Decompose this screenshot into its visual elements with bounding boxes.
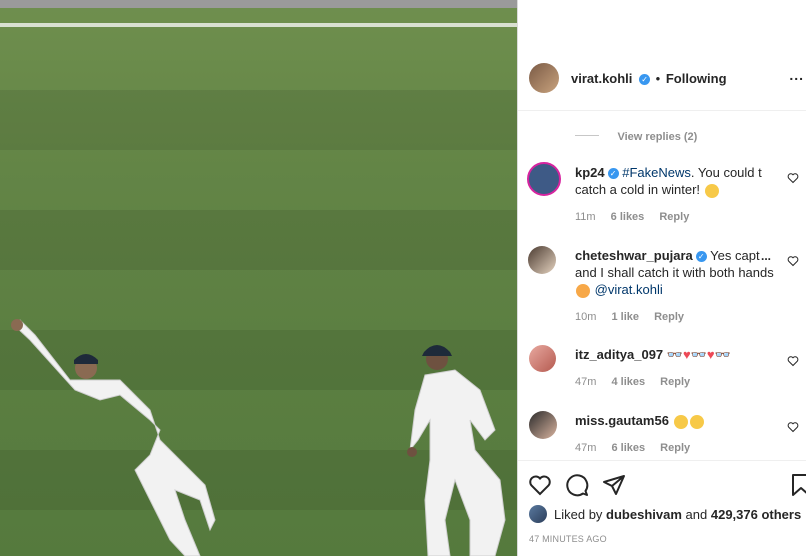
comment-likes[interactable]: 1 like	[611, 311, 639, 323]
comment-body: kp24 ✓ #FakeNews. You could t catch a col…	[575, 164, 775, 198]
mention-link[interactable]: @virat.kohli	[595, 282, 663, 297]
comment-username[interactable]: kp24	[575, 165, 605, 180]
comment-button[interactable]	[565, 473, 589, 502]
comment-likes[interactable]: 6 likes	[611, 442, 645, 454]
commenter-avatar[interactable]	[527, 162, 561, 196]
commenter-avatar[interactable]	[529, 345, 556, 372]
author-username[interactable]: virat.kohli	[571, 71, 632, 86]
likes-summary: Liked by dubeshivam and 429,376 others	[554, 507, 801, 522]
post-timestamp: 47 MINUTES AGO	[529, 534, 607, 544]
reply-button[interactable]: Reply	[654, 311, 684, 323]
liked-by-and: and	[685, 507, 708, 522]
like-heart-icon[interactable]	[787, 354, 799, 367]
comments-panel: virat.kohli ✓ • Following ... View repli…	[517, 0, 806, 556]
sunglasses-emoji-icon: 👓	[666, 347, 683, 362]
comment-time: 47m	[575, 376, 597, 388]
comment-likes[interactable]: 6 likes	[611, 211, 645, 223]
liked-by-prefix: Liked by	[554, 507, 603, 522]
share-button[interactable]	[602, 473, 626, 502]
comment-username[interactable]: miss.gautam56	[575, 413, 669, 428]
save-button[interactable]	[790, 473, 806, 502]
grin-emoji-icon	[704, 183, 719, 198]
reply-button[interactable]: Reply	[660, 442, 690, 454]
like-heart-icon[interactable]	[787, 254, 799, 267]
red-heart-icon: ♥	[682, 347, 691, 362]
replies-line	[575, 135, 599, 137]
comment-time: 47m	[575, 442, 597, 454]
hashtag-link[interactable]: #FakeNews	[622, 165, 691, 180]
view-replies-link[interactable]: View replies (2)	[617, 131, 697, 143]
comment-body: miss.gautam56	[575, 412, 775, 429]
liker-avatar[interactable]	[529, 505, 547, 523]
comment-time: 11m	[575, 211, 596, 223]
like-button[interactable]	[528, 473, 552, 502]
cricketers-illustration	[11, 319, 506, 556]
comment-username[interactable]: cheteshwar_pujara	[575, 248, 693, 263]
post-header: virat.kohli ✓ • Following ...	[518, 48, 806, 111]
tongue-emoji-icon	[576, 283, 590, 298]
comment-username[interactable]: itz_aditya_097	[575, 347, 663, 362]
verified-badge-icon: ✓	[639, 74, 651, 86]
view-replies-row[interactable]: View replies (2)	[575, 127, 795, 143]
heart-icon	[529, 475, 551, 496]
comment-body: cheteshwar_pujara ✓ Yes capt and I shall …	[575, 247, 775, 298]
comment-text: Yes capt	[710, 248, 760, 263]
post-photo[interactable]	[0, 0, 517, 556]
speech-bubble-icon	[566, 474, 589, 497]
likes-count-link[interactable]: 429,376 others	[711, 507, 801, 522]
author-avatar[interactable]	[529, 63, 559, 93]
comment-more-icon[interactable]: ...	[761, 249, 771, 263]
commenter-avatar[interactable]	[528, 246, 556, 274]
liked-by-user-link[interactable]: dubeshivam	[606, 507, 682, 522]
comment-meta: 47m 4 likes Reply	[575, 376, 702, 388]
bookmark-icon	[792, 474, 806, 496]
commenter-avatar[interactable]	[529, 411, 557, 439]
laughing-emoji-icon	[673, 414, 688, 429]
more-options-icon[interactable]: ...	[789, 67, 804, 83]
paper-plane-icon	[603, 475, 625, 495]
sunglasses-emoji-icon: 👓	[690, 347, 707, 362]
comment-meta: 47m 6 likes Reply	[575, 442, 702, 454]
reply-button[interactable]: Reply	[659, 211, 689, 223]
following-button[interactable]: Following	[666, 71, 727, 86]
comment-body: itz_aditya_097 👓♥👓♥👓	[575, 346, 785, 363]
comment-text: and I shall catch it with both hands	[575, 265, 774, 280]
comment-emojis: 👓♥👓♥👓	[667, 347, 731, 362]
comment-meta: 10m 1 like Reply	[575, 311, 696, 323]
reply-button[interactable]: Reply	[660, 376, 690, 388]
separator-dot: •	[655, 71, 661, 86]
verified-badge-icon: ✓	[695, 251, 707, 263]
red-heart-icon: ♥	[706, 347, 715, 362]
comment-meta: 11m 6 likes Reply	[575, 211, 701, 223]
laughing-emoji-icon	[689, 414, 704, 429]
comment-time: 10m	[575, 311, 597, 323]
sunglasses-emoji-icon: 👓	[714, 347, 731, 362]
like-heart-icon[interactable]	[787, 171, 799, 184]
like-heart-icon[interactable]	[787, 420, 799, 433]
comment-likes[interactable]: 4 likes	[611, 376, 645, 388]
verified-badge-icon: ✓	[607, 168, 619, 180]
post-actions: Liked by dubeshivam and 429,376 others 4…	[518, 460, 806, 557]
